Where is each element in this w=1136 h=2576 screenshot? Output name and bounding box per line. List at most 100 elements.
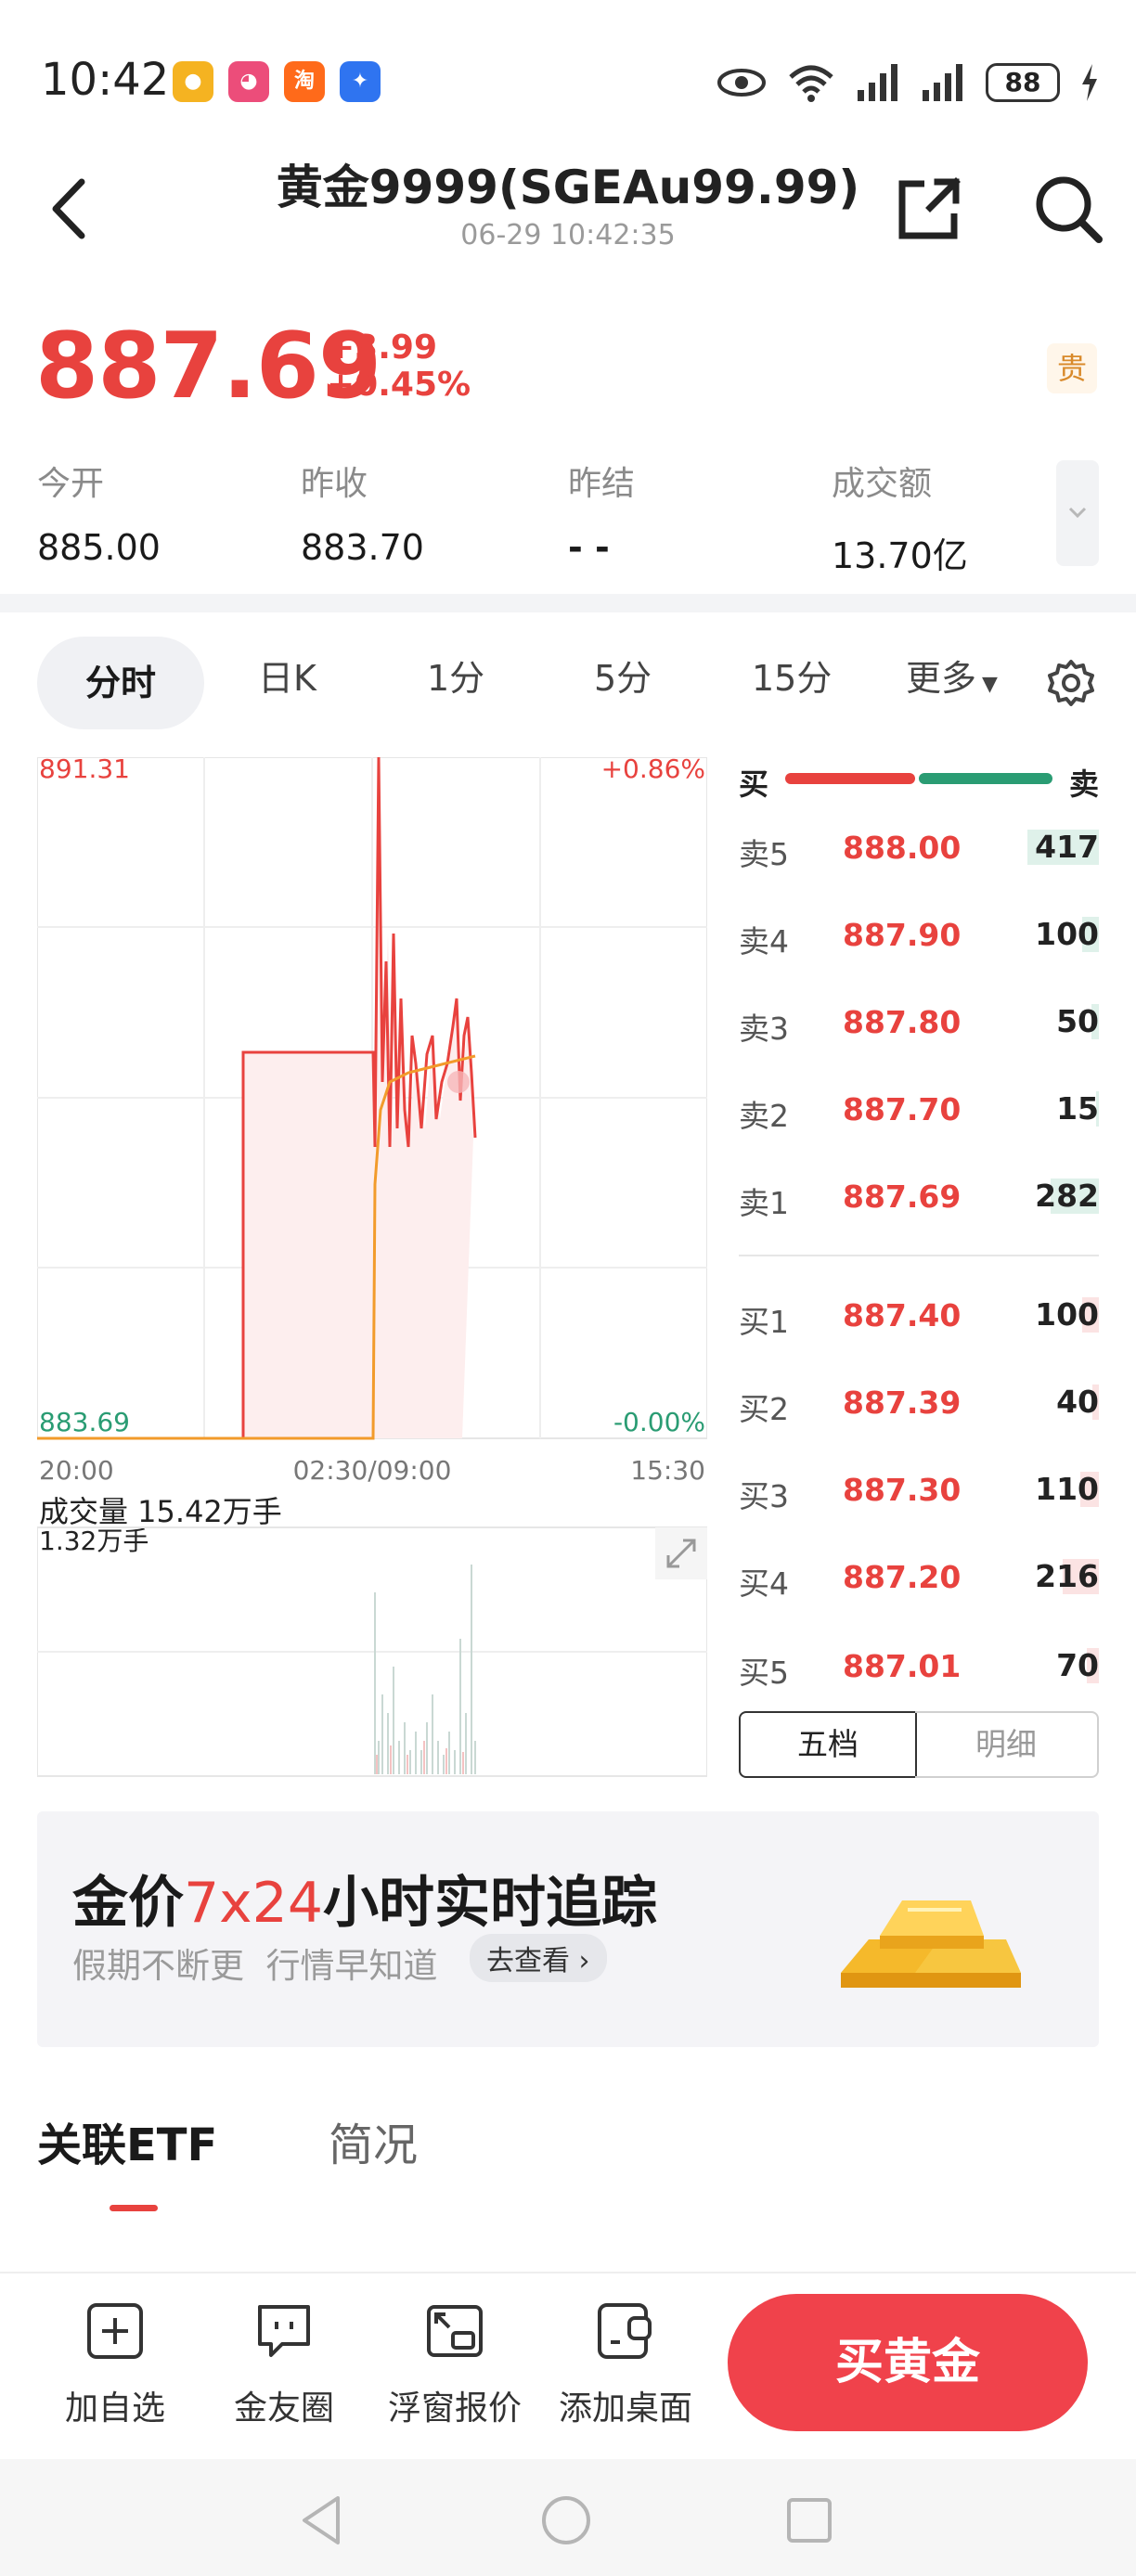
banner-subtitle: 假期不断更 行情早知道 — [72, 1946, 438, 1986]
bid-qty: 110 — [1035, 1471, 1099, 1507]
latest-price-dot — [447, 1071, 470, 1093]
banner-cta-button[interactable]: 去查看 › — [470, 1934, 607, 1982]
banner-title-highlight: 7x24 — [184, 1871, 324, 1936]
tab-trade-details[interactable]: 明细 — [915, 1711, 1099, 1778]
bid-label: 买2 — [739, 1391, 789, 1427]
stat-prev-settle-value: - - — [568, 527, 610, 568]
chart-pct-low: -0.00% — [613, 1407, 705, 1437]
price-area-fill — [243, 1052, 373, 1438]
stat-prev-settle-label: 昨结 — [568, 465, 636, 503]
caret-down-icon: ▼ — [982, 673, 998, 696]
weibo-app-icon: ● — [173, 61, 213, 102]
tab-1min[interactable]: 1分 — [427, 650, 484, 701]
ask-label: 卖5 — [739, 836, 789, 872]
charging-icon — [1082, 64, 1097, 101]
gold-bars-icon — [841, 1900, 1021, 1988]
buy-gold-button[interactable]: 买黄金 — [728, 2294, 1088, 2431]
banner-title-prefix: 金价 — [72, 1871, 184, 1936]
tab-intraday[interactable]: 分时 — [37, 637, 204, 729]
system-nav-bar — [0, 2459, 1136, 2576]
bid-qty: 70 — [1056, 1647, 1099, 1683]
stat-turnover-value: 13.70亿 — [832, 535, 968, 576]
tab-more[interactable]: 更多 ▼ — [906, 650, 998, 701]
ask-price: 887.70 — [843, 1091, 962, 1127]
ask-price: 887.90 — [843, 917, 962, 953]
tab-related-etf[interactable]: 关联ETF — [37, 2108, 217, 2173]
ask-qty: 15 — [1056, 1090, 1099, 1127]
kids-app-icon: ◕ — [228, 61, 269, 102]
stat-turnover-label: 成交额 — [832, 465, 933, 503]
ask-label: 卖2 — [739, 1098, 789, 1134]
volume-label: 成交量 15.42万手 — [39, 1494, 282, 1529]
bid-label: 买4 — [739, 1565, 789, 1602]
nav-back-icon[interactable] — [299, 2494, 343, 2546]
banner-cta-label: 去查看 — [486, 1945, 570, 1977]
stat-prev-close-label: 昨收 — [301, 465, 368, 503]
taobao-app-icon: 淘 — [284, 61, 325, 102]
stat-prev-close-value: 883.70 — [301, 527, 424, 568]
tab-15min[interactable]: 15分 — [752, 650, 832, 701]
page-title: 黄金9999(SGEAu99.99) — [276, 161, 860, 214]
ask-label: 卖1 — [739, 1185, 789, 1221]
volume-sub-label: 1.32万手 — [39, 1526, 148, 1556]
share-icon[interactable] — [897, 176, 963, 241]
tab-daily-k[interactable]: 日K — [258, 650, 316, 701]
bid-qty: 216 — [1035, 1558, 1099, 1594]
chevron-down-icon — [1068, 507, 1087, 519]
ask-qty: 417 — [1035, 829, 1099, 865]
bid-price: 887.30 — [843, 1472, 962, 1508]
status-indicators: 88 — [716, 59, 1099, 106]
battery-indicator: 88 — [986, 63, 1060, 102]
book-divider — [739, 1255, 1099, 1256]
gold-friends-button[interactable]: 金友圈 — [210, 2301, 358, 2429]
floating-quote-button[interactable]: 浮窗报价 — [381, 2301, 529, 2429]
buy-ratio-bar — [785, 773, 915, 784]
chart-time-start: 20:00 — [39, 1455, 114, 1486]
bid-qty: 100 — [1035, 1296, 1099, 1333]
add-to-desktop-button[interactable]: 添加桌面 — [551, 2301, 700, 2429]
sell-ratio-bar — [919, 773, 1052, 784]
bid-price: 887.39 — [843, 1385, 962, 1421]
bid-label: 买3 — [739, 1478, 789, 1514]
chart-pct-high: +0.86% — [601, 757, 705, 784]
add-watchlist-label: 加自选 — [64, 2389, 165, 2428]
bid-price: 887.01 — [843, 1648, 962, 1684]
settings-gear-icon[interactable] — [1047, 659, 1095, 707]
add-to-desktop-label: 添加桌面 — [558, 2389, 692, 2428]
tab-overview[interactable]: 简况 — [329, 2108, 418, 2173]
nav-recents-icon[interactable] — [785, 2496, 833, 2544]
ask-price: 887.69 — [843, 1179, 962, 1215]
price-change-pct: +0.45% — [327, 366, 471, 404]
chart-time-mid: 02:30/09:00 — [293, 1455, 452, 1486]
gold-friends-label: 金友圈 — [233, 2389, 334, 2428]
signal-icon-2 — [923, 64, 962, 101]
fullscreen-icon[interactable] — [655, 1527, 707, 1579]
chat-bubble-icon — [258, 2305, 310, 2357]
banner-title: 金价7x24小时实时追踪 — [72, 1858, 657, 1938]
ask-label: 卖4 — [739, 923, 789, 960]
tab-five-levels[interactable]: 五档 — [739, 1711, 917, 1778]
chart-price-high: 891.31 — [39, 757, 130, 784]
stat-open-label: 今开 — [37, 465, 105, 503]
bid-price: 887.40 — [843, 1297, 962, 1333]
search-icon[interactable] — [1034, 174, 1103, 243]
floating-quote-label: 浮窗报价 — [387, 2389, 522, 2428]
ask-label: 卖3 — [739, 1011, 789, 1047]
ask-qty: 100 — [1035, 916, 1099, 952]
add-watchlist-button[interactable]: 加自选 — [41, 2301, 189, 2429]
bid-qty: 40 — [1056, 1384, 1099, 1420]
sell-side-label: 卖 — [1069, 766, 1100, 802]
ask-qty: 282 — [1035, 1178, 1099, 1214]
bid-label: 买5 — [739, 1655, 789, 1691]
bid-label: 买1 — [739, 1304, 789, 1340]
quote-timestamp: 06-29 10:42:35 — [460, 219, 676, 251]
intraday-chart[interactable]: 891.31 +0.86% 883.69 -0.00% 20:00 02:30/… — [37, 757, 707, 1778]
chart-price-low: 883.69 — [39, 1407, 130, 1437]
tab-5min[interactable]: 5分 — [594, 650, 652, 701]
price-change: +3.99 — [327, 328, 437, 367]
add-square-icon — [87, 2303, 143, 2359]
section-divider — [0, 594, 1136, 612]
floating-window-icon — [427, 2305, 483, 2357]
stats-expand-button[interactable] — [1056, 460, 1099, 566]
nav-home-icon[interactable] — [540, 2494, 592, 2546]
